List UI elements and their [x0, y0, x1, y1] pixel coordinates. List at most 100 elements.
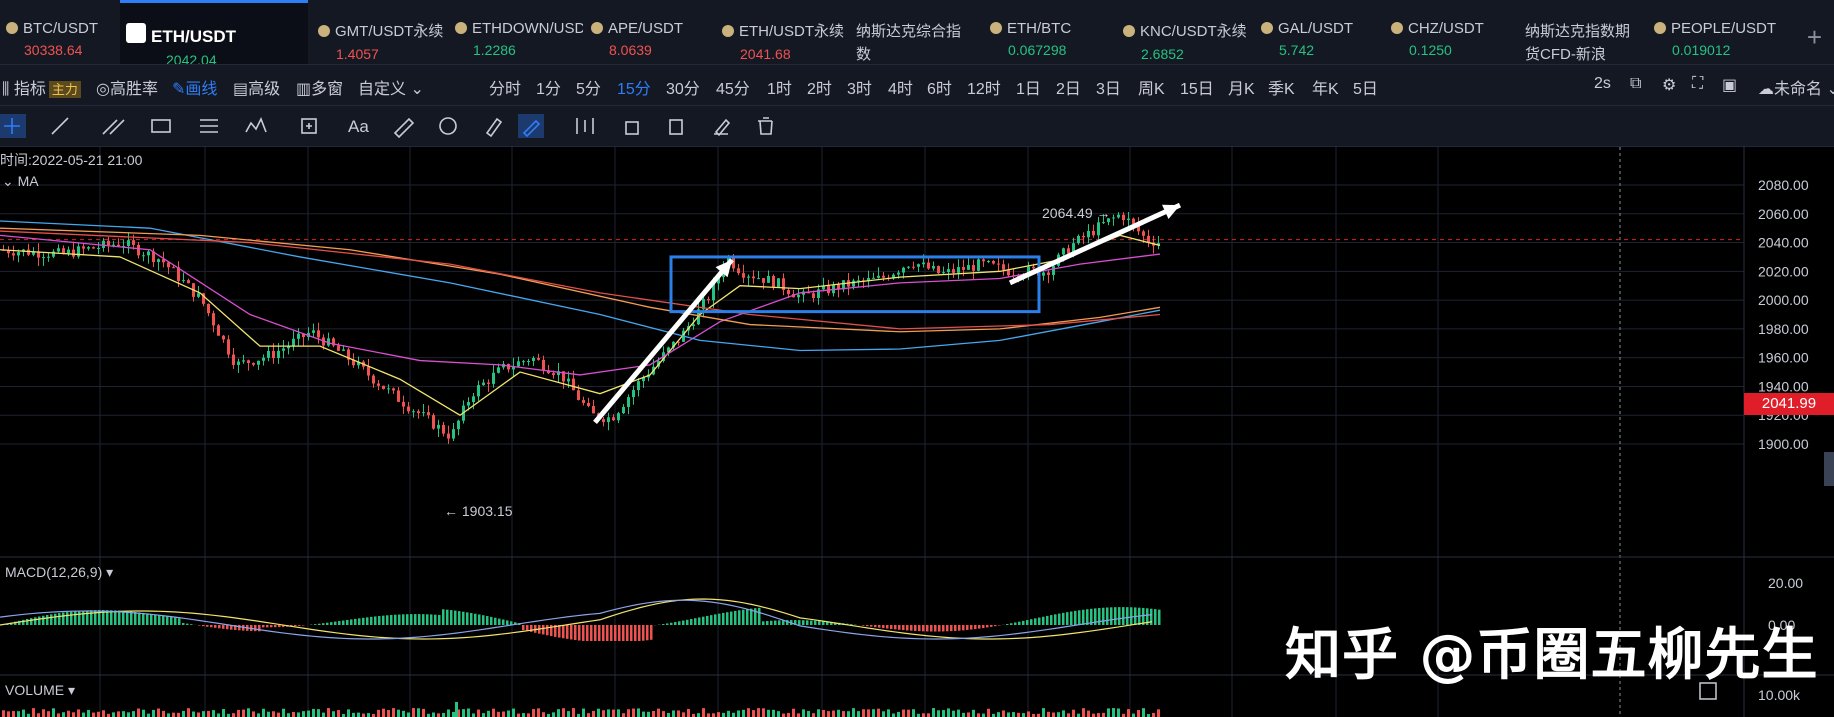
interval-2日[interactable]: 2日 [1056, 75, 1081, 99]
macd-bar [54, 613, 57, 625]
settings-gear-icon[interactable]: ⚙ [1662, 75, 1676, 95]
indicators-button[interactable]: ⫼ 指标 主力 [2, 75, 81, 99]
candle-body [117, 244, 120, 247]
macd-bar [146, 613, 149, 625]
lock-icon[interactable] [625, 121, 639, 135]
interval-12时[interactable]: 12时 [967, 75, 1001, 99]
symbol-tab[interactable]: PEOPLE/USDT 0.019012 [1648, 0, 1788, 64]
symbol-tab[interactable]: KNC/USDT永续 2.6852 [1117, 0, 1253, 64]
macd-bar [478, 614, 481, 625]
volume-bar [42, 709, 45, 717]
edit-icon[interactable] [714, 118, 731, 137]
interval-1分[interactable]: 1分 [536, 75, 561, 99]
volume-bar [557, 709, 560, 717]
screenshot-icon[interactable]: ⧉ [1630, 75, 1641, 93]
tab-price: 2.6852 [1141, 46, 1184, 62]
fib-icon[interactable] [200, 119, 218, 133]
ma-toggle[interactable]: ⌄ MA [2, 173, 39, 190]
macd-bar [890, 625, 893, 629]
refresh-rate[interactable]: 2s [1594, 75, 1611, 93]
macd-bar [1050, 615, 1053, 625]
interval-6时[interactable]: 6时 [927, 75, 952, 99]
macd-bar [278, 625, 281, 628]
add-tab-icon[interactable]: + [1807, 22, 1822, 53]
interval-1日[interactable]: 1日 [1016, 75, 1041, 99]
volume-bar [862, 709, 865, 717]
rectangle-icon[interactable] [151, 119, 171, 133]
interval-周K[interactable]: 周K [1138, 75, 1165, 99]
copy-icon[interactable] [669, 119, 683, 135]
snapshot-icon[interactable]: ▣ [1722, 75, 1737, 95]
tab-price: 1.4057 [336, 46, 379, 62]
symbol-tab[interactable]: GAL/USDT 5.742 [1255, 0, 1383, 64]
symbol-tab[interactable]: CHZ/USDT 0.1250 [1385, 0, 1517, 64]
macd-bar [970, 625, 973, 630]
interval-分时[interactable]: 分时 [489, 75, 521, 99]
interval-3日[interactable]: 3日 [1096, 75, 1121, 99]
interval-15日[interactable]: 15日 [1180, 75, 1214, 99]
volume-label[interactable]: VOLUME ▾ [5, 682, 75, 699]
candle-body [742, 273, 745, 278]
macd-bar [1010, 623, 1013, 625]
symbol-tab[interactable]: ETH/USDT 2042.04 [120, 0, 308, 64]
win-rate-button[interactable]: ◎高胜率 [96, 75, 158, 99]
macd-bar [1126, 607, 1129, 625]
macd-label[interactable]: MACD(12,26,9) ▾ [5, 564, 113, 581]
symbol-tab[interactable]: ETHDOWN/USDT 1.2286 [449, 0, 583, 64]
interval-2时[interactable]: 2时 [807, 75, 832, 99]
volume-bar [827, 711, 830, 717]
interval-5分[interactable]: 5分 [576, 75, 601, 99]
trash-icon[interactable] [758, 117, 773, 135]
interval-30分[interactable]: 30分 [666, 75, 700, 99]
macd-bar [362, 617, 365, 625]
eraser-icon[interactable] [393, 117, 415, 139]
interval-45分[interactable]: 45分 [716, 75, 750, 99]
macd-bar [498, 618, 501, 625]
candles-icon[interactable] [576, 118, 594, 134]
advanced-button[interactable]: ▤高级 [233, 75, 280, 99]
magnet-icon[interactable] [439, 117, 457, 135]
custom-dropdown[interactable]: 自定义 ⌄ [358, 75, 424, 99]
interval-1时[interactable]: 1时 [767, 75, 792, 99]
macd-bar [682, 620, 685, 625]
symbol-tab[interactable]: BTC/USDT 30338.64 [0, 0, 118, 64]
macd-bar [966, 625, 969, 630]
ruler-icon[interactable] [485, 117, 503, 138]
candle-body [402, 401, 405, 407]
interval-3时[interactable]: 3时 [847, 75, 872, 99]
symbol-tab[interactable]: ETH/USDT永续 2041.68 [716, 0, 848, 64]
macd-bar [942, 625, 945, 632]
cloud-layout-button[interactable]: ☁未命名 ⌄ [1758, 75, 1834, 99]
macd-bar [714, 614, 717, 625]
macd-bar [958, 625, 961, 631]
candle-body [1077, 235, 1080, 244]
draw-button[interactable]: ✎画线 [172, 75, 217, 99]
symbol-tab[interactable]: 纳斯达克指数期 货CFD-新浪 [1519, 0, 1646, 64]
interval-年K[interactable]: 年K [1312, 75, 1339, 99]
symbol-tab[interactable]: ETH/BTC 0.067298 [984, 0, 1115, 64]
macd-bar [902, 625, 905, 631]
fullscreen-icon[interactable]: ⛶ [1692, 75, 1703, 93]
symbol-tab[interactable]: 纳斯达克综合指数 [850, 0, 982, 64]
interval-季K[interactable]: 季K [1268, 75, 1295, 99]
parallel-lines-icon[interactable] [102, 119, 125, 135]
symbol-tab[interactable]: GMT/USDT永续 1.4057 [312, 0, 447, 64]
scroll-handle[interactable] [1824, 452, 1834, 486]
symbol-tab[interactable]: APE/USDT 8.0639 [585, 0, 714, 64]
text-tool-icon[interactable]: Aa [348, 117, 369, 136]
interval-5日[interactable]: 5日 [1353, 75, 1378, 99]
volume-bar [687, 708, 690, 717]
candle-body [247, 360, 250, 364]
interval-4时[interactable]: 4时 [888, 75, 913, 99]
tab-price: 0.019012 [1672, 42, 1731, 58]
interval-月K[interactable]: 月K [1228, 75, 1255, 99]
macd-bar [1070, 611, 1073, 625]
macd-bar [38, 616, 41, 625]
line-icon[interactable] [51, 117, 69, 135]
pattern-icon[interactable] [245, 117, 267, 133]
candle-body [182, 280, 185, 282]
multi-window-button[interactable]: ▥多窗 [296, 75, 343, 99]
interval-15分[interactable]: 15分 [617, 75, 651, 99]
tab-symbol-name: ETH/USDT [151, 27, 236, 46]
drawing-toolbar: Aa [0, 106, 1834, 147]
